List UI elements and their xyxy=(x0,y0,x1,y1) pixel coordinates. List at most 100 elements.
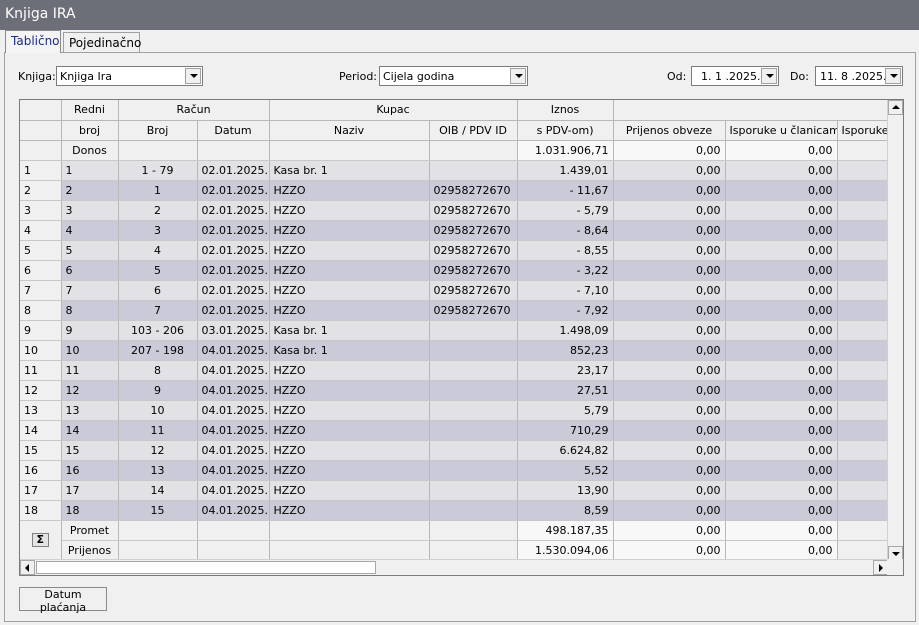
cell-redni[interactable]: 2 xyxy=(61,180,119,201)
cell-isporuke[interactable] xyxy=(837,400,888,421)
cell-broj[interactable]: 3 xyxy=(118,220,198,241)
chevron-down-icon[interactable] xyxy=(185,68,201,84)
cell-naziv[interactable]: HZZO xyxy=(269,460,430,481)
cell-oib[interactable] xyxy=(429,420,518,441)
cell-naziv[interactable]: HZZO xyxy=(269,420,430,441)
cell-oib[interactable]: 02958272670 xyxy=(429,300,518,321)
cell-naziv[interactable]: HZZO xyxy=(269,360,430,381)
cell-redni[interactable]: 4 xyxy=(61,220,119,241)
cell-clanice[interactable]: 0,00 xyxy=(725,340,838,361)
table-row[interactable]: 111 - 79 02.01.2025. Kasa br. 1 1.439,01 0,0… xyxy=(20,160,888,181)
cell-naziv[interactable]: HZZO xyxy=(269,480,430,501)
cell-redni[interactable]: 13 xyxy=(61,400,119,421)
row-indicator[interactable]: 6 xyxy=(20,260,62,281)
ira-grid[interactable]: Redni Račun Kupac Iznos broj Broj Datum … xyxy=(19,99,904,576)
cell-oib[interactable] xyxy=(429,320,518,341)
cell-datum[interactable]: 04.01.2025. xyxy=(197,440,270,461)
cell-oib[interactable] xyxy=(429,440,518,461)
cell-isporuke[interactable] xyxy=(837,320,888,341)
cell-broj[interactable]: 2 xyxy=(118,200,198,221)
cell-broj[interactable]: 13 xyxy=(118,460,198,481)
row-indicator[interactable]: 3 xyxy=(20,200,62,221)
cell-iznos[interactable]: 27,51 xyxy=(517,380,614,401)
header-iznos[interactable]: Iznos xyxy=(517,100,614,121)
cell-naziv[interactable]: HZZO xyxy=(269,400,430,421)
cell-redni[interactable]: 6 xyxy=(61,260,119,281)
cell-broj[interactable]: 14 xyxy=(118,480,198,501)
header-oib[interactable]: OIB / PDV ID xyxy=(429,120,518,141)
cell-prijenos[interactable]: 0,00 xyxy=(613,220,726,241)
cell-isporuke[interactable] xyxy=(837,360,888,381)
chevron-down-icon[interactable] xyxy=(510,68,526,84)
cell-iznos[interactable]: - 5,79 xyxy=(517,200,614,221)
row-indicator[interactable]: 14 xyxy=(20,420,62,441)
cell-oib[interactable] xyxy=(429,340,518,361)
sigma-icon[interactable]: Σ xyxy=(31,533,49,547)
cell-isporuke[interactable] xyxy=(837,160,888,181)
cell-redni[interactable]: 9 xyxy=(61,320,119,341)
cell-iznos[interactable]: 13,90 xyxy=(517,480,614,501)
cell-redni[interactable]: 1 xyxy=(61,160,119,181)
arrow-right-icon[interactable] xyxy=(873,560,888,575)
cell-clanice[interactable]: 0,00 xyxy=(725,260,838,281)
cell-prijenos[interactable]: 0,00 xyxy=(613,380,726,401)
cell-prijenos[interactable]: 0,00 xyxy=(613,300,726,321)
cell-clanice[interactable]: 0,00 xyxy=(725,440,838,461)
cell-iznos[interactable]: 5,79 xyxy=(517,400,614,421)
cell-prijenos[interactable]: 0,00 xyxy=(613,480,726,501)
cell-isporuke[interactable] xyxy=(837,500,888,521)
od-date-picker[interactable]: 1. 1 .2025. xyxy=(691,66,779,86)
cell-naziv[interactable]: HZZO xyxy=(269,180,430,201)
cell-iznos[interactable]: 1.439,01 xyxy=(517,160,614,181)
cell-naziv[interactable]: HZZO xyxy=(269,200,430,221)
cell-broj[interactable]: 9 xyxy=(118,380,198,401)
cell-datum[interactable]: 02.01.2025. xyxy=(197,220,270,241)
cell-oib[interactable] xyxy=(429,480,518,501)
cell-clanice[interactable]: 0,00 xyxy=(725,280,838,301)
cell-broj[interactable]: 207 - 198 xyxy=(118,340,198,361)
do-date-picker[interactable]: 11. 8 .2025. xyxy=(815,66,903,86)
cell-broj[interactable]: 103 - 206 xyxy=(118,320,198,341)
cell-iznos[interactable]: - 11,67 xyxy=(517,180,614,201)
cell-oib[interactable] xyxy=(429,380,518,401)
vertical-scrollbar[interactable] xyxy=(887,100,903,561)
cell-oib[interactable]: 02958272670 xyxy=(429,260,518,281)
table-row[interactable]: 2 2 1 02.01.2025. HZZO 02958272670- 11,67 0,00… xyxy=(20,180,888,201)
table-row[interactable]: 8 8 7 02.01.2025. HZZO 02958272670- 7,92 0,00 0… xyxy=(20,300,888,321)
header-prijenos-obveze[interactable]: Prijenos obveze xyxy=(613,120,726,141)
cell-clanice[interactable]: 0,00 xyxy=(725,500,838,521)
cell-broj[interactable]: 1 - 79 xyxy=(118,160,198,181)
cell-oib[interactable]: 02958272670 xyxy=(429,180,518,201)
row-indicator[interactable]: 16 xyxy=(20,460,62,481)
cell-datum[interactable]: 02.01.2025. xyxy=(197,300,270,321)
cell-clanice[interactable]: 0,00 xyxy=(725,300,838,321)
chevron-down-icon[interactable] xyxy=(885,68,901,84)
row-indicator[interactable]: 7 xyxy=(20,280,62,301)
cell-prijenos[interactable]: 0,00 xyxy=(613,240,726,261)
cell-clanice[interactable]: 0,00 xyxy=(725,380,838,401)
cell-iznos[interactable]: - 3,22 xyxy=(517,260,614,281)
cell-datum[interactable]: 02.01.2025. xyxy=(197,180,270,201)
arrow-up-icon[interactable] xyxy=(888,100,903,115)
cell-datum[interactable]: 02.01.2025. xyxy=(197,240,270,261)
cell-datum[interactable]: 04.01.2025. xyxy=(197,500,270,521)
table-row[interactable]: 10 10 207 - 198 04.01.2025. Kasa br. 1 852,23… xyxy=(20,340,888,361)
header-kupac[interactable]: Kupac xyxy=(269,100,518,121)
cell-isporuke[interactable] xyxy=(837,240,888,261)
header-naziv[interactable]: Naziv xyxy=(269,120,430,141)
header-broj[interactable]: broj xyxy=(61,120,119,141)
header-racun-broj[interactable]: Broj xyxy=(118,120,198,141)
cell-naziv[interactable]: HZZO xyxy=(269,280,430,301)
cell-datum[interactable]: 04.01.2025. xyxy=(197,480,270,501)
cell-iznos[interactable]: - 8,55 xyxy=(517,240,614,261)
cell-iznos[interactable]: 1.498,09 xyxy=(517,320,614,341)
cell-naziv[interactable]: Kasa br. 1 xyxy=(269,160,430,181)
cell-naziv[interactable]: HZZO xyxy=(269,300,430,321)
cell-prijenos[interactable]: 0,00 xyxy=(613,320,726,341)
datum-placanja-button[interactable]: Datum plaćanja xyxy=(19,587,107,614)
cell-isporuke[interactable] xyxy=(837,300,888,321)
cell-redni[interactable]: 16 xyxy=(61,460,119,481)
cell-broj[interactable]: 12 xyxy=(118,440,198,461)
cell-datum[interactable]: 04.01.2025. xyxy=(197,460,270,481)
table-row[interactable]: 3 3 2 02.01.2025. HZZO 02958272670- 5,79 0,00 0… xyxy=(20,200,888,221)
